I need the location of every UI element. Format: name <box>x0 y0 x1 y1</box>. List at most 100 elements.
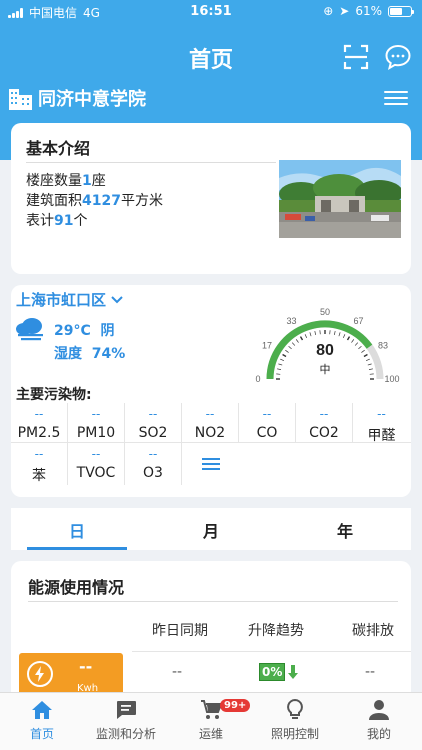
bottom-tab-bar: 首页 监测和分析 运维 99+ 照明控制 我的 <box>0 692 422 750</box>
gauge-tick <box>282 353 287 358</box>
building-area: 4127 <box>82 193 121 209</box>
aqi-level: 中 <box>320 363 331 376</box>
bulb-icon <box>287 699 303 719</box>
gauge-tick <box>299 336 304 341</box>
gauge-tick <box>351 339 355 343</box>
pollutant-cell: -- SO2 <box>125 403 182 442</box>
meter-line: 表计91个 <box>26 213 88 229</box>
gauge-tick <box>346 336 351 341</box>
location-arrow-icon: ➤ <box>339 4 350 18</box>
gauge-tick <box>276 368 282 370</box>
tabbar-lighting[interactable]: 照明控制 <box>250 699 340 742</box>
status-bar: 中国电信 4G 16:51 ⊕ ➤ 61% <box>0 0 422 24</box>
battery-percent: 61% <box>355 4 382 18</box>
aqi-gauge: 80 中 0 17 33 50 67 83 100 <box>255 307 399 384</box>
area-line: 建筑面积4127平方米 <box>26 193 163 209</box>
gauge-tick <box>285 349 289 353</box>
electricity-usage-box[interactable]: -- Kwh <box>19 653 123 695</box>
lightning-icon <box>27 661 53 687</box>
menu-button[interactable] <box>384 91 408 111</box>
scan-button[interactable] <box>342 43 370 71</box>
person-icon <box>369 700 389 720</box>
pollutants-more-button[interactable] <box>182 443 239 485</box>
gauge-tick <box>365 358 370 362</box>
tabbar-profile[interactable]: 我的 <box>334 699 422 742</box>
header-carbon: 碳排放 <box>352 623 394 639</box>
home-icon <box>32 701 52 719</box>
menu-icon <box>384 91 408 105</box>
period-tabs: 日 月 年 <box>11 508 411 550</box>
gauge-tick <box>314 330 316 336</box>
tab-year[interactable]: 年 <box>295 518 395 542</box>
intro-title: 基本介绍 <box>26 139 91 158</box>
gauge-tick <box>342 334 346 339</box>
divider <box>28 601 398 602</box>
gauge-tick <box>358 345 362 350</box>
tabbar-monitor[interactable]: 监测和分析 <box>81 699 171 742</box>
gauge-tick <box>280 358 285 362</box>
gauge-tick <box>368 368 374 370</box>
weather-temp: 29°C 阴 <box>54 323 115 339</box>
gauge-tick <box>363 353 368 358</box>
gauge-tick <box>288 345 292 350</box>
gauge-tick-label: 17 <box>262 341 272 351</box>
school-selector[interactable]: 同济中意学院 <box>8 84 146 112</box>
gauge-tick <box>278 363 283 366</box>
tab-day[interactable]: 日 <box>27 518 127 542</box>
trend-percent: 0% <box>259 663 286 681</box>
gauge-tick <box>295 339 299 343</box>
same-period-value: -- <box>172 664 183 680</box>
trend-indicator: 0% <box>259 663 299 681</box>
chat-icon <box>385 44 411 71</box>
pollutant-cell: -- 苯 <box>11 443 68 485</box>
gauge-tick <box>354 342 359 346</box>
meter-count: 91 <box>54 213 74 229</box>
cloudy-icon <box>16 318 43 341</box>
pollutant-cell: -- CO <box>239 403 296 442</box>
carbon-value: -- <box>365 664 376 680</box>
arrow-down-icon <box>288 665 299 679</box>
gauge-tick-label: 33 <box>286 316 296 326</box>
header-trend: 升降趋势 <box>248 623 304 639</box>
gauge-tick <box>338 332 341 337</box>
battery-icon <box>388 5 414 17</box>
pollutants-grid: -- PM2.5 -- PM10 -- SO2 -- NO2 -- CO -- CO2 --… <box>11 403 411 485</box>
gauge-tick-label: 83 <box>378 341 388 351</box>
building-icon <box>9 89 32 110</box>
electricity-value: -- <box>79 657 93 676</box>
pollutant-cell: -- 甲醛 <box>367 407 396 444</box>
pollutant-cell: -- NO2 <box>182 403 239 442</box>
energy-title: 能源使用情况 <box>28 578 125 597</box>
scan-icon <box>343 44 369 70</box>
notification-badge: 99+ <box>220 699 251 712</box>
gauge-tick-label: 67 <box>353 316 363 326</box>
gauge-tick <box>361 349 365 353</box>
header-same-period: 昨日同期 <box>152 623 208 639</box>
tab-month[interactable]: 月 <box>161 518 261 542</box>
energy-card: 能源使用情况 昨日同期 升降趋势 碳排放 -- Kwh -- 0% -- <box>11 561 411 701</box>
tabbar-home[interactable]: 首页 <box>0 699 87 742</box>
tabbar-maintenance[interactable]: 运维 99+ <box>166 699 256 742</box>
pollutants-row: -- 苯 -- TVOC -- O3 <box>11 443 411 485</box>
campus-photo <box>279 160 401 238</box>
pollutant-cell: -- TVOC <box>68 443 125 485</box>
gauge-tick <box>309 332 312 337</box>
divider <box>26 162 276 163</box>
pollutant-cell: -- PM2.5 <box>11 403 68 442</box>
school-name: 同济中意学院 <box>38 89 146 110</box>
gauge-tick <box>367 363 372 366</box>
chat-button[interactable] <box>384 43 412 71</box>
message-icon <box>117 701 136 719</box>
aqi-value: 80 <box>316 342 334 359</box>
building-count-line: 楼座数量1座 <box>26 173 106 189</box>
intro-card: 基本介绍 楼座数量1座 建筑面积4127平方米 表计91个 <box>11 123 411 274</box>
pollutant-cell: -- PM10 <box>68 403 125 442</box>
chevron-down-icon <box>111 295 123 303</box>
pollutant-cell: -- CO2 <box>296 403 353 442</box>
gauge-tick <box>334 330 336 336</box>
pollutants-row: -- PM2.5 -- PM10 -- SO2 -- NO2 -- CO -- CO2 --… <box>11 403 411 444</box>
location-selector[interactable]: 上海市虹口区 <box>16 289 124 310</box>
gauge-tick <box>304 334 308 339</box>
divider <box>132 651 411 652</box>
pollutant-cell: -- O3 <box>125 443 182 485</box>
